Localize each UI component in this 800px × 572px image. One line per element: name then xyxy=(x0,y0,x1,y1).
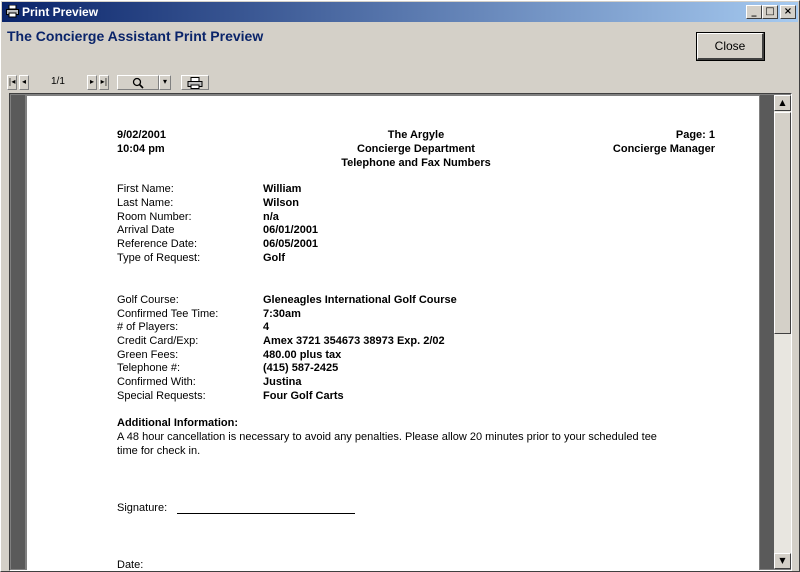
title-bar[interactable]: Print Preview _ □ × xyxy=(2,2,798,22)
field-value: William xyxy=(263,183,302,195)
print-button[interactable] xyxy=(181,75,209,90)
report-role: Concierge Manager xyxy=(612,143,715,155)
first-page-button[interactable]: |◂ xyxy=(7,75,17,90)
scroll-down-button[interactable]: ▼ xyxy=(774,553,791,569)
field-value: Wilson xyxy=(263,197,299,209)
field-value: 06/01/2001 xyxy=(263,224,319,236)
field-label: Last Name: xyxy=(117,197,174,209)
hotel-name: The Argyle xyxy=(387,129,445,141)
signature-line xyxy=(177,513,355,514)
zoom-dropdown[interactable] xyxy=(117,75,159,90)
report-time: 10:04 pm xyxy=(117,143,165,155)
scroll-up-button[interactable]: ▲ xyxy=(774,95,791,111)
chevron-down-icon: ▼ xyxy=(779,556,786,565)
print-preview-window: Print Preview _ □ × The Concierge Assist… xyxy=(0,0,800,572)
next-page-button[interactable]: ▸ xyxy=(87,75,97,90)
next-page-icon: ▸ xyxy=(89,77,94,86)
magnifier-icon xyxy=(132,77,144,89)
field-label: Credit Card/Exp: xyxy=(117,335,199,347)
field-label: Confirmed Tee Time: xyxy=(117,308,219,320)
page-indicator: 1/1 xyxy=(51,76,65,87)
preview-toolbar: |◂ ◂ 1/1 ▸ ▸| ▾ xyxy=(7,75,227,91)
field-value: (415) 587-2425 xyxy=(263,362,339,374)
page-number: Page: 1 xyxy=(675,129,715,141)
close-icon: × xyxy=(783,6,793,17)
field-label: Confirmed With: xyxy=(117,376,196,388)
field-value: 480.00 plus tax xyxy=(263,349,342,361)
printer-icon xyxy=(6,5,19,18)
field-value: Amex 3721 354673 38973 Exp. 2/02 xyxy=(263,335,445,347)
last-page-button[interactable]: ▸| xyxy=(99,75,109,90)
field-value: 4 xyxy=(263,321,270,333)
vertical-scrollbar[interactable]: ▲ ▼ xyxy=(774,95,791,569)
field-value: 06/05/2001 xyxy=(263,238,319,250)
prev-page-button[interactable]: ◂ xyxy=(19,75,29,90)
golf-details: Golf Course: Gleneagles International Go… xyxy=(27,294,727,409)
guest-details: First Name: William Last Name: Wilson Ro… xyxy=(27,183,727,273)
scroll-thumb[interactable] xyxy=(774,112,791,334)
maximize-button[interactable]: □ xyxy=(762,5,778,19)
field-label: # of Players: xyxy=(117,321,179,333)
left-gutter xyxy=(11,95,25,569)
field-label: Reference Date: xyxy=(117,238,198,250)
department-name: Concierge Department xyxy=(357,143,475,155)
field-label: Special Requests: xyxy=(117,390,206,402)
field-value: Justina xyxy=(263,376,302,388)
window-title: Print Preview xyxy=(22,5,99,19)
report-page: 9/02/2001 10:04 pm The Argyle Concierge … xyxy=(27,96,759,570)
additional-info-line1: A 48 hour cancellation is necessary to a… xyxy=(117,431,657,443)
maximize-icon: □ xyxy=(765,6,775,17)
zoom-dropdown-arrow[interactable]: ▾ xyxy=(159,75,171,90)
field-label: Arrival Date xyxy=(117,224,175,236)
field-label: First Name: xyxy=(117,183,174,195)
printer-icon xyxy=(187,77,203,89)
chevron-down-icon: ▾ xyxy=(162,77,167,86)
field-value: Gleneagles International Golf Course xyxy=(263,294,457,306)
field-label: Type of Request: xyxy=(117,252,201,264)
field-value: Golf xyxy=(263,252,285,264)
prev-page-icon: ◂ xyxy=(21,77,26,86)
field-value: Four Golf Carts xyxy=(263,390,344,402)
close-window-button[interactable]: × xyxy=(780,5,796,19)
field-label: Golf Course: xyxy=(117,294,179,306)
last-page-icon: ▸| xyxy=(100,77,108,86)
field-label: Telephone #: xyxy=(117,362,180,374)
close-button[interactable]: Close xyxy=(696,32,765,61)
report-subtitle: Telephone and Fax Numbers xyxy=(341,157,491,169)
first-page-icon: |◂ xyxy=(8,77,16,86)
minimize-button[interactable]: _ xyxy=(746,5,762,19)
right-gutter xyxy=(760,95,774,569)
app-title: The Concierge Assistant Print Preview xyxy=(7,28,264,44)
field-value: n/a xyxy=(263,211,279,223)
chevron-up-icon: ▲ xyxy=(779,98,786,107)
field-value: 7:30am xyxy=(263,308,301,320)
date-label: Date: xyxy=(117,559,144,570)
additional-info-line2: time for check in. xyxy=(117,445,201,457)
field-label: Green Fees: xyxy=(117,349,179,361)
report-date: 9/02/2001 xyxy=(117,129,166,141)
additional-info-heading: Additional Information: xyxy=(117,417,238,429)
field-label: Room Number: xyxy=(117,211,192,223)
signature-label: Signature: xyxy=(117,502,168,514)
preview-viewer: 9/02/2001 10:04 pm The Argyle Concierge … xyxy=(9,93,792,571)
minimize-icon: _ xyxy=(751,6,757,17)
